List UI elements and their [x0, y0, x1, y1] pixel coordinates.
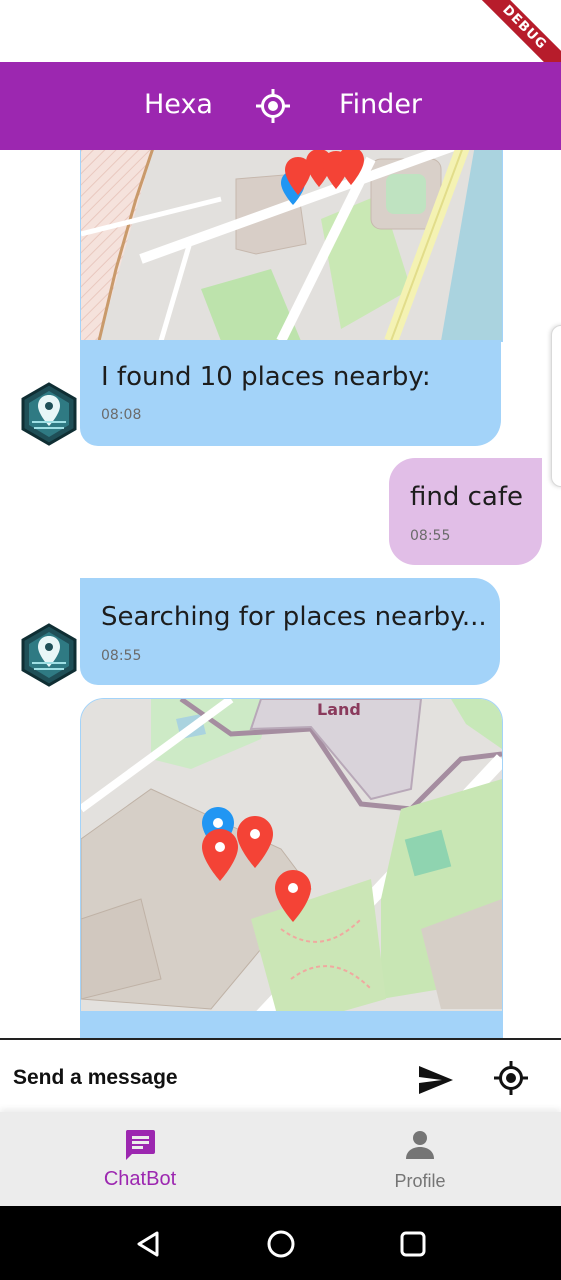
bot-message-bubble — [81, 1011, 502, 1038]
back-icon[interactable] — [135, 1230, 161, 1258]
system-navigation-bar — [0, 1206, 561, 1280]
bot-avatar — [21, 382, 77, 446]
app-title-left: Hexa — [144, 89, 213, 120]
nav-label: Profile — [394, 1171, 446, 1191]
bot-avatar — [21, 623, 77, 687]
map-image: Land — [81, 699, 502, 1038]
status-bar: DEBUG — [0, 0, 561, 89]
map-label-text: Land — [317, 700, 361, 719]
message-input[interactable]: Send a message — [13, 1066, 178, 1090]
person-icon — [406, 1131, 434, 1159]
app-bar: Hexa Finder — [0, 62, 561, 150]
user-message-bubble: find cafe 08:55 — [389, 458, 542, 565]
message-time: 08:55 — [410, 528, 451, 544]
home-icon[interactable] — [266, 1229, 296, 1259]
message-time: 08:08 — [101, 407, 142, 423]
bot-message-bubble: I found 10 places nearby: 08:08 — [80, 340, 501, 446]
recents-icon[interactable] — [400, 1231, 426, 1257]
nav-item-chatbot[interactable]: ChatBot — [0, 1112, 280, 1206]
gps-fixed-icon[interactable] — [493, 1060, 529, 1096]
message-text: find cafe — [410, 482, 524, 512]
side-drawer-handle[interactable] — [551, 325, 561, 487]
gps-fixed-icon[interactable] — [255, 88, 291, 124]
bot-message-bubble: Searching for places nearby... 08:55 — [80, 578, 500, 685]
send-icon[interactable] — [418, 1065, 454, 1095]
chat-icon — [125, 1130, 155, 1160]
nav-label: ChatBot — [103, 1168, 177, 1190]
message-text: Searching for places nearby... — [101, 602, 487, 632]
nav-item-profile[interactable]: Profile — [280, 1112, 560, 1206]
message-text: I found 10 places nearby: — [101, 362, 431, 392]
chat-list[interactable]: I found 10 places nearby: 08:08 find caf… — [0, 150, 561, 1038]
bottom-navigation: ChatBot Profile — [0, 1112, 561, 1206]
message-input-bar: Send a message — [0, 1038, 561, 1114]
message-time: 08:55 — [101, 648, 142, 664]
map-preview[interactable]: Land — [80, 698, 503, 1038]
map-preview[interactable] — [80, 150, 503, 342]
app-title-right: Finder — [339, 89, 423, 120]
map-image — [81, 150, 502, 341]
bot-message-map-result: I found 10 places nearby: 08:08 — [80, 150, 503, 446]
